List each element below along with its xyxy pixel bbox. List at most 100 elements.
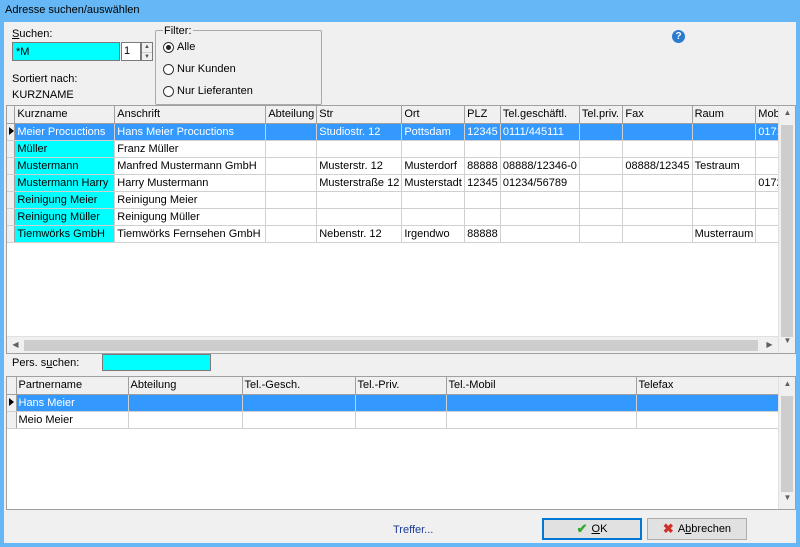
table-cell[interactable] — [401, 140, 466, 158]
table-cell[interactable] — [692, 191, 757, 209]
table-cell[interactable]: Musterdorf — [401, 157, 466, 175]
table-cell[interactable] — [128, 411, 243, 429]
person-row[interactable]: Meio Meier — [7, 411, 780, 429]
table-cell[interactable]: Hans Meier — [16, 394, 129, 412]
address-row[interactable]: Reinigung Müller Reinigung Müller — [7, 208, 795, 226]
ok-button[interactable]: ✔ OK — [542, 518, 642, 540]
table-cell[interactable]: Musterraum — [692, 225, 757, 243]
table-cell[interactable] — [401, 191, 466, 209]
address-vscroll[interactable]: ▲ ▼ — [778, 106, 795, 353]
radio-selected-icon[interactable] — [163, 41, 174, 53]
table-cell[interactable]: 88888 — [464, 225, 501, 243]
table-cell[interactable]: 08888/12346-0 — [500, 157, 580, 175]
col-abteilung[interactable]: Abteilung — [265, 106, 318, 124]
col-anschrift[interactable]: Anschrift — [114, 106, 267, 124]
table-cell[interactable]: Tiemwörks Fernsehen GmbH — [114, 225, 267, 243]
address-row[interactable]: Meier Procuctions Hans Meier Procuctions S… — [7, 123, 795, 141]
table-cell[interactable] — [579, 174, 624, 192]
table-cell[interactable] — [446, 411, 637, 429]
col-partnername[interactable]: Partnername — [16, 377, 129, 395]
search-spin-value[interactable]: 1 — [121, 42, 141, 61]
scroll-up-icon[interactable]: ▲ — [779, 108, 795, 117]
table-cell[interactable] — [579, 123, 624, 141]
table-cell[interactable]: Nebenstr. 12 — [316, 225, 403, 243]
address-hscroll[interactable]: ◀ ▶ — [7, 336, 778, 353]
table-cell[interactable] — [265, 208, 318, 226]
table-cell[interactable]: Reinigung Müller — [114, 208, 267, 226]
table-cell[interactable] — [316, 191, 403, 209]
table-cell[interactable]: 0111/445111 — [500, 123, 580, 141]
scroll-up-icon[interactable]: ▲ — [779, 379, 795, 388]
table-cell[interactable] — [316, 140, 403, 158]
table-cell[interactable]: Studiostr. 12 — [316, 123, 403, 141]
table-cell[interactable]: Hans Meier Procuctions — [114, 123, 267, 141]
table-cell[interactable] — [622, 191, 693, 209]
col-str[interactable]: Str — [316, 106, 403, 124]
spin-down-icon[interactable]: ▼ — [142, 52, 152, 61]
col-telefax[interactable]: Telefax — [636, 377, 780, 395]
table-cell[interactable]: Musterstadt — [401, 174, 466, 192]
col-plz[interactable]: PLZ — [464, 106, 501, 124]
table-cell[interactable]: Irgendwo — [401, 225, 466, 243]
table-cell[interactable]: Meio Meier — [16, 411, 129, 429]
person-vscroll[interactable]: ▲ ▼ — [778, 377, 795, 509]
table-cell[interactable]: Franz Müller — [114, 140, 267, 158]
table-cell[interactable]: Musterstraße 12 — [316, 174, 403, 192]
table-cell[interactable]: Musterstr. 12 — [316, 157, 403, 175]
table-cell[interactable] — [579, 208, 624, 226]
table-cell[interactable]: Harry Mustermann — [114, 174, 267, 192]
help-icon[interactable]: ? — [672, 30, 685, 43]
scroll-down-icon[interactable]: ▼ — [779, 336, 795, 345]
person-grid[interactable]: Partnername Abteilung Tel.-Gesch. Tel.-P… — [6, 376, 796, 510]
table-cell[interactable] — [242, 411, 356, 429]
col-ort[interactable]: Ort — [401, 106, 466, 124]
table-cell[interactable] — [128, 394, 243, 412]
col-tel-gesch[interactable]: Tel.-Gesch. — [242, 377, 356, 395]
table-cell[interactable] — [265, 123, 318, 141]
address-grid[interactable]: Kurzname Anschrift Abteilung Str Ort PLZ… — [6, 105, 796, 354]
address-row[interactable]: Müller Franz Müller — [7, 140, 795, 158]
table-cell[interactable]: Testraum — [692, 157, 757, 175]
col-tel-geschaeftl[interactable]: Tel.geschäftl. — [500, 106, 580, 124]
table-cell[interactable] — [464, 208, 501, 226]
table-cell[interactable] — [636, 411, 780, 429]
table-cell[interactable] — [265, 225, 318, 243]
address-row[interactable]: Mustermann Harry Harry Mustermann Musterst… — [7, 174, 795, 192]
address-row[interactable]: Reinigung Meier Reinigung Meier — [7, 191, 795, 209]
cancel-button[interactable]: ✖ Abbrechen — [647, 518, 747, 540]
table-cell[interactable]: 12345 — [464, 123, 501, 141]
table-cell[interactable] — [500, 208, 580, 226]
spin-up-icon[interactable]: ▲ — [142, 43, 152, 52]
col-tel-priv[interactable]: Tel.-Priv. — [355, 377, 447, 395]
scroll-left-icon[interactable]: ◀ — [7, 340, 24, 349]
table-cell[interactable] — [622, 123, 693, 141]
treffer-link[interactable]: Treffer... — [393, 524, 433, 536]
radio-icon[interactable] — [163, 85, 174, 97]
table-cell[interactable] — [500, 191, 580, 209]
col-tel-mobil[interactable]: Tel.-Mobil — [446, 377, 637, 395]
table-cell[interactable] — [446, 394, 637, 412]
table-cell[interactable] — [692, 208, 757, 226]
table-cell[interactable] — [692, 140, 757, 158]
search-spin-buttons[interactable]: ▲ ▼ — [141, 42, 153, 61]
table-cell[interactable] — [622, 225, 693, 243]
table-cell[interactable] — [636, 394, 780, 412]
table-cell[interactable] — [265, 191, 318, 209]
table-cell[interactable] — [622, 140, 693, 158]
table-cell[interactable] — [692, 123, 757, 141]
table-cell[interactable] — [401, 208, 466, 226]
filter-option-kunden[interactable]: Nur Kunden — [163, 63, 236, 75]
table-cell[interactable] — [579, 157, 624, 175]
address-row[interactable]: Mustermann Manfred Mustermann GmbH Musters… — [7, 157, 795, 175]
table-cell[interactable]: Reinigung Meier — [114, 191, 267, 209]
col-fax[interactable]: Fax — [622, 106, 693, 124]
table-cell[interactable]: Reinigung Müller — [14, 208, 116, 226]
scroll-right-icon[interactable]: ▶ — [761, 340, 778, 349]
radio-icon[interactable] — [163, 63, 174, 75]
table-cell[interactable]: 12345 — [464, 174, 501, 192]
table-cell[interactable]: Pottsdam — [401, 123, 466, 141]
table-cell[interactable] — [622, 208, 693, 226]
table-cell[interactable]: 08888/12345 — [622, 157, 693, 175]
table-cell[interactable] — [242, 394, 356, 412]
table-cell[interactable] — [500, 225, 580, 243]
